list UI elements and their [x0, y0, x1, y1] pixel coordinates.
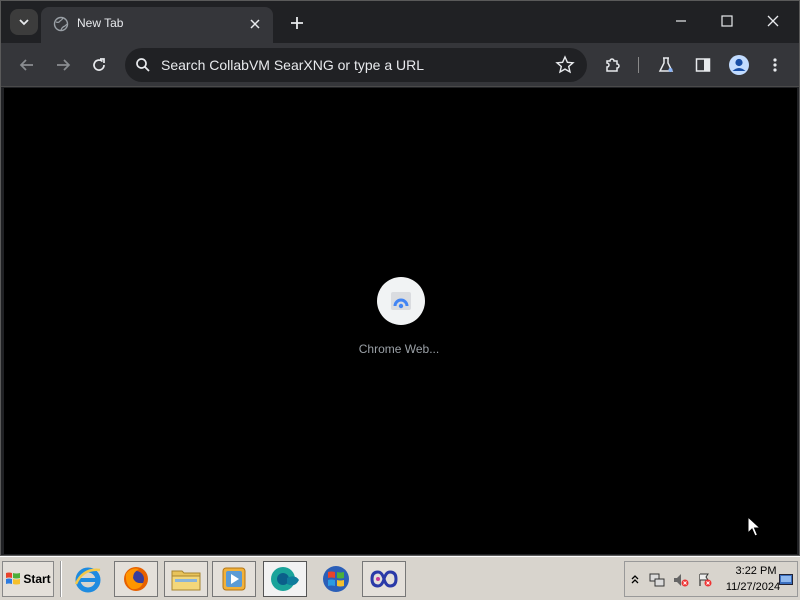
forward-button[interactable]	[49, 51, 77, 79]
taskbar-windows[interactable]	[314, 561, 358, 597]
extensions-button[interactable]	[599, 51, 627, 79]
taskbar-firefox[interactable]	[114, 561, 158, 597]
tab-title: New Tab	[77, 16, 124, 30]
taskbar-file-explorer[interactable]	[164, 561, 208, 597]
toolbar-divider	[638, 57, 639, 73]
tab-strip: New Tab	[1, 1, 799, 43]
globe-icon	[53, 16, 69, 32]
taskbar-chrome-loading[interactable]	[263, 561, 307, 597]
close-icon	[767, 15, 779, 27]
windows-flag-icon	[6, 572, 21, 585]
maximize-icon	[721, 15, 733, 27]
browser-toolbar: Search CollabVM SearXNG or type a URL	[1, 43, 799, 87]
maximize-button[interactable]	[707, 7, 747, 35]
system-tray: 3:22 PM 11/27/2024	[624, 561, 798, 597]
address-bar[interactable]: Search CollabVM SearXNG or type a URL	[125, 48, 587, 82]
tab-close-button[interactable]	[245, 14, 265, 34]
windows-logo-icon	[323, 566, 349, 592]
profile-button[interactable]	[725, 51, 753, 79]
flask-icon	[658, 57, 674, 72]
media-player-icon	[222, 567, 246, 591]
chrome-loading-icon	[271, 567, 299, 591]
menu-button[interactable]	[761, 51, 789, 79]
side-panel-button[interactable]	[689, 51, 717, 79]
clock-date[interactable]: 11/27/2024	[721, 581, 785, 593]
close-icon	[250, 19, 260, 29]
minimize-icon	[676, 20, 686, 22]
file-explorer-icon	[171, 570, 201, 591]
network-icon[interactable]	[649, 572, 665, 588]
search-icon	[136, 58, 150, 72]
browser-window: New Tab Search CollabVM SearXNG or type …	[0, 0, 800, 556]
minimize-button[interactable]	[661, 7, 701, 35]
address-bar-placeholder: Search CollabVM SearXNG or type a URL	[161, 57, 424, 73]
web-store-icon	[391, 292, 411, 310]
reload-icon	[93, 58, 105, 71]
internet-explorer-icon	[74, 567, 101, 593]
page-content: Chrome Web...	[4, 88, 797, 554]
puzzle-icon	[606, 58, 620, 72]
mouse-cursor-icon	[747, 516, 761, 537]
plus-icon	[291, 17, 303, 29]
chevron-up-icon[interactable]	[631, 574, 639, 584]
firefox-icon	[124, 567, 148, 591]
more-vertical-icon	[773, 58, 777, 72]
action-center-icon[interactable]	[697, 572, 713, 588]
back-button[interactable]	[13, 51, 41, 79]
taskbar-media-player[interactable]	[212, 561, 256, 597]
close-window-button[interactable]	[753, 7, 793, 35]
tab-new-tab[interactable]: New Tab	[41, 7, 273, 43]
new-tab-button[interactable]	[285, 11, 309, 35]
show-desktop-icon[interactable]	[779, 574, 793, 586]
infinity-app-icon	[370, 570, 398, 588]
taskbar-infinity-app[interactable]	[362, 561, 406, 597]
loader-label: Chrome Web...	[358, 342, 440, 356]
clock-time[interactable]: 3:22 PM	[729, 565, 783, 577]
taskbar-internet-explorer[interactable]	[66, 561, 110, 597]
arrow-left-icon	[19, 59, 33, 71]
star-icon[interactable]	[555, 55, 575, 75]
start-button[interactable]: Start	[2, 561, 54, 597]
chrome-web-store-loader	[377, 277, 425, 325]
start-label: Start	[23, 572, 51, 586]
avatar-icon	[729, 55, 749, 75]
labs-button[interactable]	[652, 51, 680, 79]
taskbar: Start 3:22 PM 11/27/2024	[0, 556, 800, 600]
chevron-down-icon	[19, 19, 29, 26]
volume-muted-icon[interactable]	[673, 572, 689, 588]
taskbar-separator	[60, 561, 62, 597]
reload-button[interactable]	[85, 51, 113, 79]
side-panel-icon	[695, 58, 711, 72]
tab-search-button[interactable]	[10, 9, 38, 35]
arrow-right-icon	[57, 59, 71, 71]
